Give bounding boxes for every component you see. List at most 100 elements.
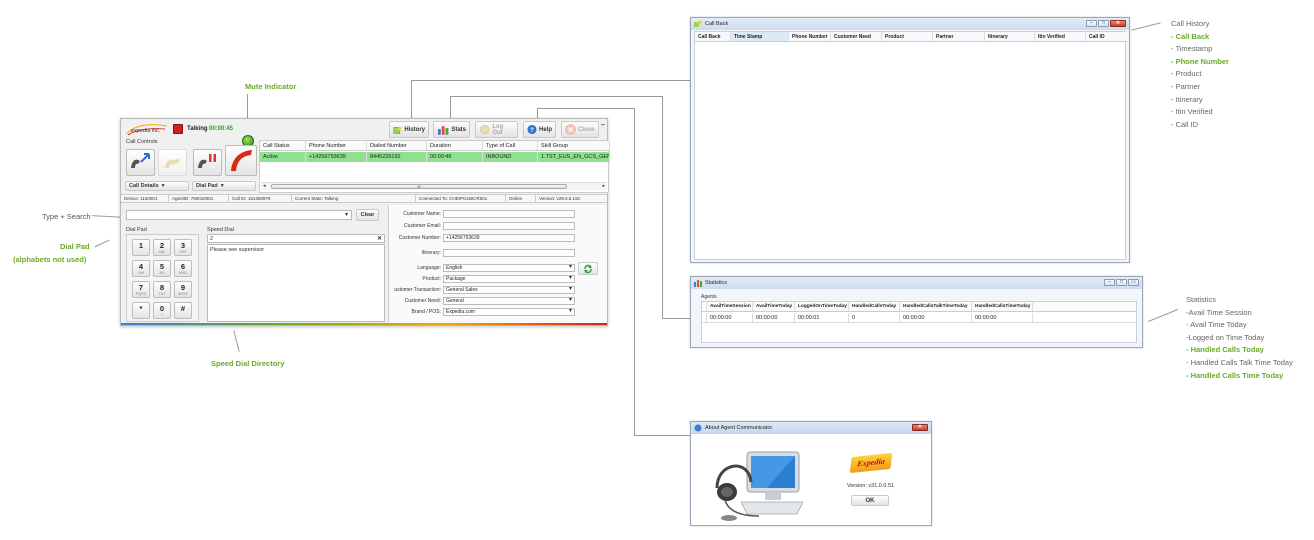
speed-dial-list: Please see supervisor xyxy=(207,244,385,322)
grid-column-header[interactable]: HandledCallsTimeToday xyxy=(972,302,1033,311)
grid-cell xyxy=(1033,313,1133,322)
customer-email-field[interactable] xyxy=(443,222,575,230)
itinerary-field[interactable] xyxy=(443,249,575,257)
grid-column-header[interactable]: Product xyxy=(882,32,933,41)
customer-name-field[interactable] xyxy=(443,210,575,218)
minimize-button[interactable]: – xyxy=(601,122,605,129)
chevron-down-icon[interactable]: ▾ xyxy=(345,211,348,218)
dial-key-9[interactable]: 9 WXYZ xyxy=(174,281,192,298)
dial-key-2[interactable]: 2 ABC xyxy=(153,239,171,256)
grid-column-header[interactable]: HandledCallsToday xyxy=(849,302,900,311)
grid-column-header[interactable]: Call Back xyxy=(695,32,731,41)
maximize-button[interactable]: □ xyxy=(1116,279,1127,286)
dial-pad-label: Dial Pad xyxy=(126,227,147,233)
horizontal-scrollbar[interactable]: ◂ III ▸ xyxy=(261,182,607,190)
grid-column-header[interactable]: Type of Call xyxy=(483,141,538,150)
hold-button[interactable] xyxy=(193,149,222,176)
dial-key-5[interactable]: 5 JKL xyxy=(153,260,171,277)
grid-column-header[interactable]: AvailTimeToday xyxy=(753,302,795,311)
grid-column-header[interactable]: Duration xyxy=(427,141,483,150)
status-agent-id: AgentID: 760010001 xyxy=(169,195,229,202)
grid-column-header[interactable]: AvailTimeSession xyxy=(707,302,753,311)
dial-key-8[interactable]: 8 TUV xyxy=(153,281,171,298)
clear-x-icon[interactable]: ✕ xyxy=(377,235,382,243)
mute-indicator-annotation: Mute Indicator xyxy=(245,82,297,91)
grid-column-header[interactable]: Partner xyxy=(933,32,985,41)
customer-need-label: Customer Need: xyxy=(404,298,441,304)
dial-key-0[interactable]: 0 + xyxy=(153,302,171,319)
minimize-button[interactable]: – xyxy=(1104,279,1115,286)
history-button[interactable]: History xyxy=(389,121,429,138)
agents-stats-header: AvailTimeSession AvailTimeToday LoggedOn… xyxy=(702,302,1136,312)
grid-column-header[interactable] xyxy=(1033,302,1133,311)
logout-label: Log Out xyxy=(492,123,504,136)
dial-pad-connector xyxy=(94,239,110,248)
conference-button[interactable] xyxy=(158,149,187,176)
grid-column-header[interactable]: Time Stamp xyxy=(731,32,789,41)
grid-column-header[interactable]: Customer Need xyxy=(831,32,882,41)
ok-label: OK xyxy=(865,497,875,504)
hang-up-button[interactable] xyxy=(225,145,257,176)
dial-key-7[interactable]: 7 PQRS xyxy=(132,281,150,298)
grid-column-header[interactable]: Call Status xyxy=(260,141,306,150)
key-digit: 0 xyxy=(159,304,165,313)
brand-pos-select[interactable]: Expedia.com xyxy=(443,308,575,316)
call-details-button[interactable]: Call Details ▼ xyxy=(125,181,189,191)
language-select[interactable]: English xyxy=(443,264,575,272)
grid-column-header[interactable]: Itinerary xyxy=(985,32,1035,41)
minimize-button[interactable]: – xyxy=(1086,20,1097,27)
dial-key-star[interactable]: * xyxy=(132,302,150,319)
customer-transaction-select[interactable]: General Sales xyxy=(443,286,575,294)
call-details-label: Call Details xyxy=(129,183,159,189)
table-row[interactable]: 00:00:00 00:00:00 00:00:01 0 00:00:00 00… xyxy=(702,313,1136,323)
close-window-button[interactable]: ✕ xyxy=(1110,20,1126,27)
dial-pad-annotation: Dial Pad xyxy=(60,242,90,251)
dial-key-3[interactable]: 3 DEF xyxy=(174,239,192,256)
key-digit: # xyxy=(180,304,186,313)
logout-button[interactable]: Log Out xyxy=(475,121,518,138)
grid-column-header[interactable]: Itin Verified xyxy=(1035,32,1086,41)
customer-number-field[interactable]: +14256793639 xyxy=(443,234,575,242)
grid-column-header[interactable]: Skill Group xyxy=(538,141,610,150)
product-select[interactable]: Package xyxy=(443,275,575,283)
list-item[interactable]: Please see supervisor xyxy=(208,245,384,255)
dial-key-4[interactable]: 4 GHI xyxy=(132,260,150,277)
type-search-combobox[interactable]: ▾ xyxy=(126,210,352,220)
grid-column-header[interactable]: Phone Number xyxy=(789,32,831,41)
dial-key-hash[interactable]: # xyxy=(174,302,192,319)
scroll-right-icon[interactable]: ▸ xyxy=(602,183,605,189)
grid-column-header[interactable]: LoggedOnTimeToday xyxy=(795,302,849,311)
key-digit: * xyxy=(139,304,143,313)
dial-key-6[interactable]: 6 MNO xyxy=(174,260,192,277)
scroll-left-icon[interactable]: ◂ xyxy=(263,183,266,189)
close-window-button[interactable]: ✕ xyxy=(912,424,928,431)
grid-column-header[interactable]: Phone Number xyxy=(306,141,367,150)
refresh-button[interactable] xyxy=(578,262,598,275)
maximize-button[interactable]: □ xyxy=(1098,20,1109,27)
key-digit: 8 xyxy=(159,283,165,292)
grid-cell: 00:00:00 xyxy=(707,313,753,322)
key-digit: 5 xyxy=(159,262,165,271)
dial-pad-toggle-button[interactable]: Dial Pad ▼ xyxy=(192,181,256,191)
call-back-window: Call Back – □ ✕ Call Back Time Stamp Pho… xyxy=(690,17,1130,263)
scroll-thumb[interactable]: III xyxy=(271,184,567,189)
help-button[interactable]: ? Help xyxy=(523,121,556,138)
help-connector-h1 xyxy=(537,108,634,109)
grid-column-header[interactable]: HandledCallsTalkTimeToday xyxy=(900,302,972,311)
speed-dial-search-input[interactable]: 2 ✕ xyxy=(207,234,385,243)
grid-column-header[interactable]: Call ID xyxy=(1086,32,1127,41)
ok-button[interactable]: OK xyxy=(851,495,889,506)
key-letters: ABC xyxy=(158,250,166,254)
dial-key-1[interactable]: 1 xyxy=(132,239,150,256)
grid-column-header[interactable]: Dialed Number xyxy=(367,141,427,150)
close-button[interactable]: Close xyxy=(561,121,599,138)
customer-need-select[interactable]: General xyxy=(443,297,575,305)
key-digit: 2 xyxy=(159,241,165,250)
stats-button[interactable]: Stats xyxy=(433,121,470,138)
restore-button[interactable]: ▭ xyxy=(1128,279,1139,286)
table-row[interactable]: Active +14256793639 8445226192 00:00:46 … xyxy=(260,152,610,162)
chevron-down-icon: ▼ xyxy=(219,183,225,189)
transfer-call-button[interactable] xyxy=(126,149,155,176)
clear-button[interactable]: Clear xyxy=(356,209,379,221)
help-icon: ? xyxy=(527,124,537,135)
